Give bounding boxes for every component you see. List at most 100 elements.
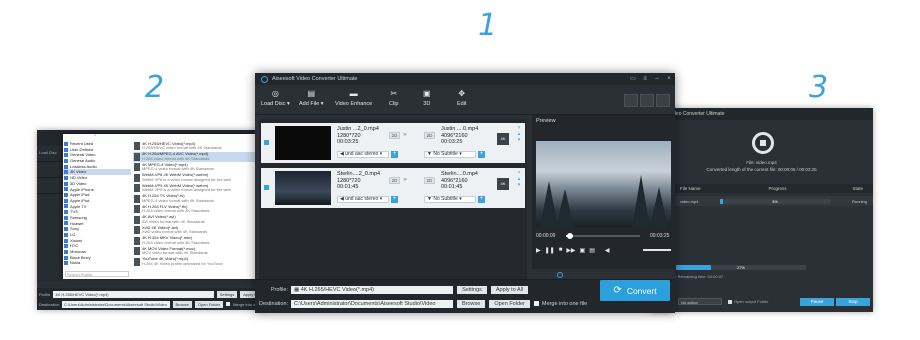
seek-handle[interactable] bbox=[566, 233, 573, 239]
rotate-icon[interactable] bbox=[624, 94, 638, 107]
format-item[interactable]: WebM-VP9 4K WebM Video(*.webm) WebM VP9 i… bbox=[133, 183, 255, 194]
overall-progress-text: 27% bbox=[736, 265, 745, 270]
device-icon bbox=[64, 232, 68, 237]
stop-icon[interactable]: ■ bbox=[559, 247, 563, 253]
tree-shape bbox=[650, 187, 668, 227]
pause-button[interactable]: Pause bbox=[800, 298, 834, 306]
load-disc-tool[interactable]: Load Disc bbox=[37, 146, 63, 162]
add-subtitle-button[interactable]: + bbox=[478, 196, 485, 203]
merge-checkbox[interactable] bbox=[226, 302, 231, 306]
format-item[interactable]: YouTube 4K Video(*.mp4) H.264 4K Video pr… bbox=[133, 257, 255, 268]
open-output-checkbox[interactable] bbox=[728, 300, 732, 304]
format-item[interactable]: 4K H.264 FLV Video(*.flv) H.264 video for… bbox=[133, 204, 255, 215]
format-icon bbox=[134, 163, 140, 172]
destination-field[interactable]: C:\Users\Administrator\Documents\Aiseeso… bbox=[62, 300, 170, 308]
list-item[interactable]: Sterlin....2_0.mp4 1280*720 00:01:45 2D … bbox=[261, 168, 525, 208]
app-logo-icon bbox=[261, 75, 268, 83]
pause-icon[interactable]: ❚❚ bbox=[545, 247, 555, 254]
move-down-icon[interactable]: ▾ bbox=[518, 137, 521, 143]
format-item[interactable]: 4K MPEG-4 Video(*.mp4) MPEG-4 video forma… bbox=[133, 162, 255, 173]
convert-arrows-icon: ››› bbox=[403, 177, 407, 183]
play-icon[interactable]: ▶ bbox=[536, 247, 541, 254]
open-folder-button[interactable]: Open Folder bbox=[489, 299, 530, 308]
format-item[interactable]: 4K MOV Video Format(*.mov) MOV video form… bbox=[133, 246, 255, 257]
format-description: AVI video format with 4K Standards bbox=[142, 218, 205, 224]
2d-tag[interactable]: 2D bbox=[424, 177, 435, 184]
convert-icon: ⟳ bbox=[613, 285, 622, 296]
device-icon bbox=[64, 210, 68, 215]
effect-icon[interactable] bbox=[656, 94, 670, 107]
2d-tag[interactable]: 2D bbox=[424, 132, 435, 139]
folder-icon[interactable]: ▤ bbox=[589, 247, 595, 254]
file-checkbox[interactable] bbox=[264, 140, 269, 145]
device-icon bbox=[64, 153, 68, 158]
snapshot-icon[interactable]: ▣ bbox=[580, 247, 586, 254]
device-icon bbox=[64, 158, 68, 163]
audio-track-select[interactable]: ◀ und aac stereo ▾ bbox=[337, 196, 389, 203]
browse-button[interactable]: Browse bbox=[457, 299, 486, 308]
convert-button[interactable]: ⟳ Convert bbox=[600, 280, 670, 301]
scroll-up-icon[interactable]: ⌃ bbox=[93, 134, 97, 140]
add-file-tool[interactable]: ▤ Add File ▾ bbox=[299, 89, 323, 107]
open-folder-button[interactable]: Open Folder bbox=[194, 300, 224, 308]
table-row[interactable]: video.mp4 3% Running bbox=[650, 196, 873, 206]
2d-tag[interactable]: 2D bbox=[389, 132, 400, 139]
video-thumbnail[interactable] bbox=[275, 171, 331, 205]
skip-forward-icon[interactable]: ▶▶ bbox=[566, 247, 575, 254]
list-item[interactable]: Justin ...2_0.mp4 1280*720 00:03:25 2D ›… bbox=[261, 123, 525, 163]
close-icon[interactable]: × bbox=[663, 73, 675, 85]
crop-icon[interactable] bbox=[640, 94, 654, 107]
merge-checkbox[interactable] bbox=[533, 301, 539, 306]
stop-button[interactable]: Stop bbox=[836, 298, 870, 306]
2d-tag[interactable]: 2D bbox=[389, 177, 400, 184]
destination-label: Destination bbox=[39, 301, 60, 307]
browse-button[interactable]: Browse bbox=[172, 300, 192, 308]
volume-icon[interactable]: ◀ bbox=[605, 247, 610, 254]
file-checkbox[interactable] bbox=[264, 185, 269, 190]
format-item[interactable]: 4K H.264 TS Video(*.ts) MPEG-4 video form… bbox=[133, 194, 255, 205]
3d-tool[interactable]: ▣ 3D bbox=[423, 89, 431, 107]
add-audio-button[interactable]: + bbox=[391, 196, 398, 203]
video-thumbnail[interactable] bbox=[275, 126, 331, 160]
format-item[interactable]: 4K H.264 MKV Video(*.mkv) H.264 video for… bbox=[133, 236, 255, 247]
add-subtitle-button[interactable]: + bbox=[478, 151, 485, 158]
device-category-item[interactable]: Nokia bbox=[63, 260, 131, 266]
device-icon bbox=[64, 249, 68, 254]
preview-video[interactable] bbox=[536, 141, 671, 227]
destination-field[interactable]: C:\Users\Administrator\Documents\Aiseeso… bbox=[291, 299, 453, 308]
audio-track-select[interactable]: ◀ und aac stereo ▾ bbox=[337, 151, 389, 158]
format-description: H.264 4K Video profile optimized for You… bbox=[142, 260, 223, 266]
clip-tool[interactable]: ✂ Clip bbox=[389, 89, 398, 107]
format-item[interactable]: 4K AVI Video(*.avi) AVI video format with… bbox=[133, 215, 255, 226]
format-item[interactable]: WebM-VP8 4K WebM Video(*.webm) WebM VP8 i… bbox=[133, 173, 255, 184]
profile-select[interactable]: ▦ 4K H.265/HEVC Video(*.mp4) bbox=[291, 285, 453, 294]
subtitle-select[interactable]: ▼ No Subtitle ▾ bbox=[424, 151, 476, 158]
after-convert-select[interactable]: No action bbox=[678, 298, 722, 305]
settings-button[interactable]: Settings bbox=[457, 285, 487, 294]
add-audio-button[interactable]: + bbox=[391, 151, 398, 158]
load-disc-tool[interactable]: ◎ Load Disc ▾ bbox=[261, 89, 290, 107]
minimize-icon[interactable]: – bbox=[651, 73, 663, 85]
format-item[interactable]: XviD 4K Video(*.avi) XviD video format wi… bbox=[133, 225, 255, 236]
output-format-icon[interactable]: 4K bbox=[497, 178, 509, 190]
seek-bar[interactable] bbox=[566, 233, 640, 239]
search-profile-input[interactable]: Search Profile... bbox=[65, 271, 129, 277]
edit-tool[interactable]: ✥ Edit bbox=[457, 89, 466, 107]
feedback-icon[interactable]: ▭ bbox=[627, 73, 639, 85]
subtitle-select[interactable]: ▼ No Subtitle ▾ bbox=[424, 196, 476, 203]
source-resolution: 1280*720 bbox=[337, 132, 361, 139]
format-item[interactable]: 4K H.264/MPEG-4 AVC Video(*.mp4) H.264 vi… bbox=[133, 151, 255, 162]
move-down-icon[interactable]: ▾ bbox=[518, 182, 521, 188]
apply-to-all-button[interactable]: Apply to All bbox=[490, 285, 529, 294]
settings-button[interactable]: Settings bbox=[216, 290, 238, 298]
3d-icon: ▣ bbox=[423, 89, 431, 98]
progress-window-title: t Video Converter Ultimate bbox=[650, 108, 873, 120]
video-enhance-tool[interactable]: ▬ Video Enhance bbox=[335, 89, 372, 107]
format-item[interactable]: 4K H.265/HEVC Video(*.mp4) H.265/HEVC vid… bbox=[133, 141, 255, 152]
output-duration: 00:03:25 bbox=[441, 139, 463, 145]
output-format-icon[interactable]: 4K bbox=[497, 133, 509, 145]
menu-icon[interactable]: ≡ bbox=[639, 73, 651, 85]
profile-select[interactable]: 4K H.265/HEVC Video(*.mp4) bbox=[53, 290, 214, 298]
format-icon bbox=[134, 142, 140, 151]
volume-slider[interactable] bbox=[643, 249, 671, 251]
